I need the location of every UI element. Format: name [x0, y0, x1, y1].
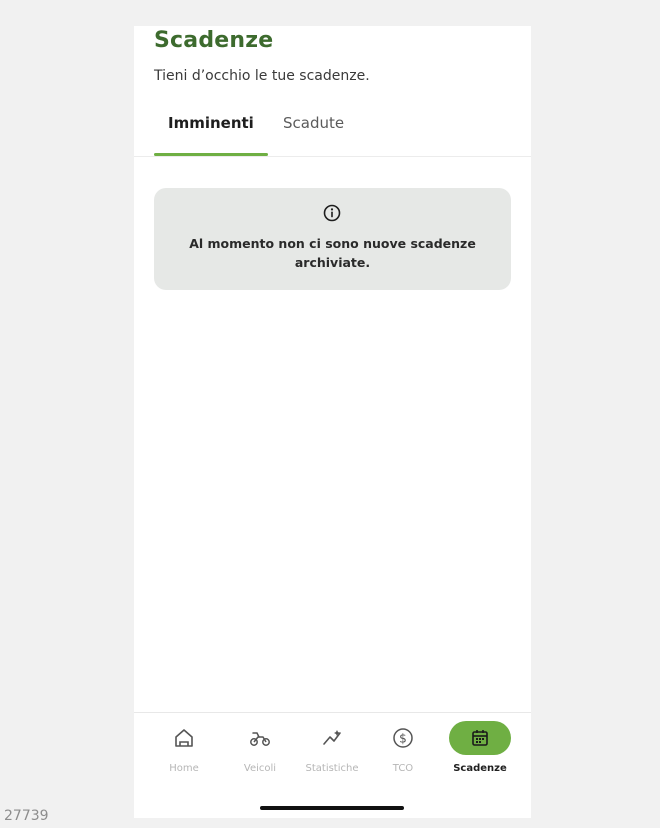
active-tab-indicator [154, 153, 268, 156]
empty-state-card: Al momento non ci sono nuove scadenze ar… [154, 188, 511, 290]
page-title: Scadenze [154, 28, 274, 53]
tab-bar: Imminenti Scadute [134, 106, 531, 157]
dollar-circle-icon: $ [393, 728, 413, 748]
calendar-icon [472, 730, 488, 746]
nav-veicoli[interactable]: Veicoli [230, 713, 290, 783]
empty-state-message: Al momento non ci sono nuove scadenze ar… [189, 236, 476, 270]
svg-text:$: $ [399, 732, 407, 746]
tab-imminenti[interactable]: Imminenti [168, 114, 254, 132]
home-icon [175, 729, 193, 747]
screenshot-id: 27739 [4, 808, 49, 824]
info-icon [323, 204, 341, 222]
app-screen: Scadenze Tieni d’occhio le tue scadenze.… [134, 26, 531, 818]
nav-statistiche[interactable]: Statistiche [298, 713, 366, 783]
nav-label-home: Home [169, 763, 199, 774]
motorbike-icon [250, 732, 270, 746]
nav-label-tco: TCO [392, 763, 414, 774]
page-subtitle: Tieni d’occhio le tue scadenze. [154, 68, 370, 84]
nav-label-statistiche: Statistiche [305, 763, 359, 774]
nav-tco[interactable]: $ TCO [376, 713, 430, 783]
nav-home[interactable]: Home [154, 713, 214, 783]
home-indicator-bar[interactable] [260, 806, 404, 810]
nav-scadenze[interactable]: Scadenze [440, 713, 520, 783]
stats-icon [323, 730, 341, 745]
bottom-navigation: Home Veicoli Statistiche $ TCO Scadenze [134, 712, 531, 783]
nav-label-scadenze: Scadenze [453, 763, 507, 774]
nav-label-veicoli: Veicoli [243, 763, 277, 774]
tab-scadute[interactable]: Scadute [283, 114, 344, 132]
